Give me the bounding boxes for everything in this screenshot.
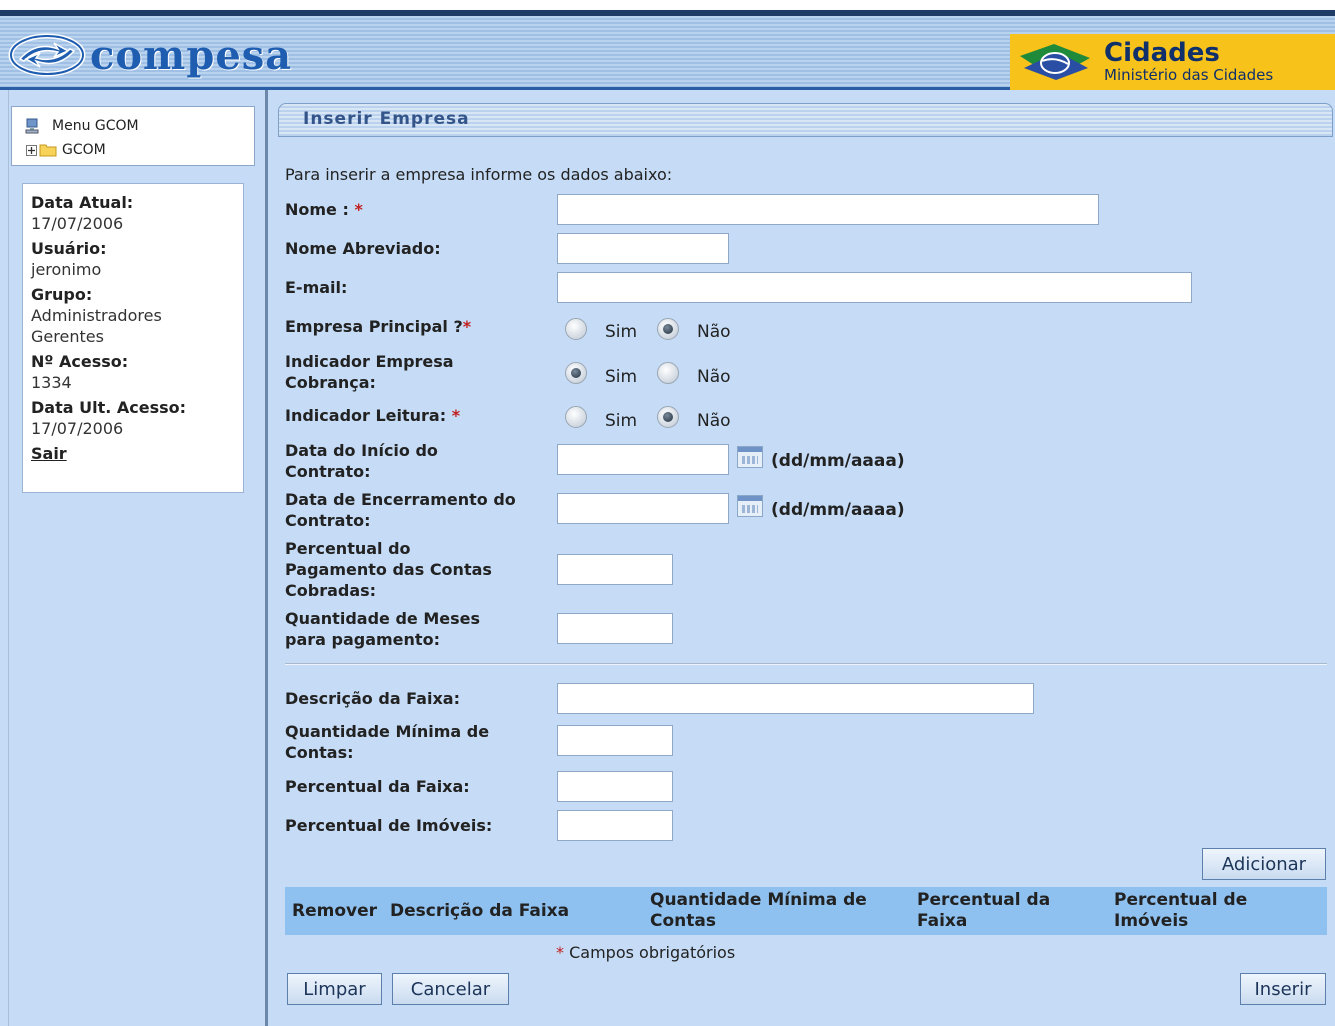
indicador-leitura-nao-radio[interactable] [657, 406, 679, 428]
ult-acesso-label: Data Ult. Acesso: [31, 398, 187, 417]
cidades-text-block: Cidades Ministério das Cidades [1104, 40, 1273, 84]
acesso-label: Nº Acesso: [31, 352, 129, 371]
acesso-value: 1334 [31, 373, 72, 392]
indicador-cobranca-sim-radio[interactable] [565, 362, 587, 384]
qtd-minima-label: Quantidade Mínima de Contas: [285, 722, 490, 762]
limpar-button[interactable]: Limpar [287, 973, 382, 1005]
required-mark: * [354, 200, 363, 219]
folder-label: GCOM [62, 142, 106, 158]
empresa-principal-label: Empresa Principal ?* [285, 317, 472, 336]
col-remover: Remover [292, 901, 378, 921]
col-descricao-faixa: Descrição da Faixa [390, 901, 570, 921]
data-encerramento-label: Data de Encerramento do Contrato: [285, 490, 516, 530]
grupo-value-1: Administradores [31, 306, 162, 325]
descricao-faixa-input[interactable] [557, 683, 1034, 714]
required-mark: * [556, 943, 564, 962]
qtd-meses-input[interactable] [557, 613, 673, 644]
empresa-principal-sim-label: Sim [605, 322, 638, 342]
email-label: E-mail: [285, 278, 348, 297]
data-encerramento-format: (dd/mm/aaaa) [771, 500, 905, 520]
compesa-logo-icon [8, 33, 86, 77]
percentual-faixa-input[interactable] [557, 771, 673, 802]
calendar-icon[interactable] [737, 495, 763, 517]
grupo-value-2: Gerentes [31, 327, 104, 346]
indicador-leitura-sim-label: Sim [605, 411, 638, 431]
percentual-faixa-label: Percentual da Faixa: [285, 777, 470, 796]
cidades-subtitle: Ministério das Cidades [1104, 66, 1274, 84]
brazil-flag-icon [1010, 34, 1098, 90]
descricao-faixa-label: Descrição da Faixa: [285, 689, 460, 708]
nome-input[interactable] [557, 194, 1099, 225]
data-encerramento-input[interactable] [557, 493, 729, 524]
data-inicio-input[interactable] [557, 444, 729, 475]
inserir-button[interactable]: Inserir [1240, 973, 1326, 1005]
col-qtd-minima: Quantidade Mínima de Contas [650, 890, 867, 931]
empresa-principal-nao-label: Não [697, 322, 731, 342]
indicador-cobranca-nao-radio[interactable] [657, 362, 679, 384]
adicionar-button[interactable]: Adicionar [1202, 848, 1326, 880]
faixas-table-header: Remover Descrição da Faixa Quantidade Mí… [285, 887, 1327, 935]
data-inicio-format: (dd/mm/aaaa) [771, 451, 905, 471]
indicador-cobranca-sim-label: Sim [605, 367, 638, 387]
usuario-label: Usuário: [31, 239, 107, 258]
nome-label: Nome : * [285, 200, 363, 219]
indicador-leitura-label: Indicador Leitura: * [285, 406, 461, 425]
required-fields-note: * Campos obrigatórios [556, 943, 736, 962]
top-strip [0, 0, 1335, 10]
email-input[interactable] [557, 272, 1192, 303]
page-title: Inserir Empresa [303, 109, 470, 129]
data-atual-value: 17/07/2006 [31, 214, 124, 233]
required-mark: * [451, 406, 461, 425]
compesa-logo-text: compesa [90, 31, 293, 79]
user-info-panel: Data Atual: 17/07/2006 Usuário: jeronimo… [22, 183, 244, 493]
compesa-logo[interactable]: compesa [8, 30, 292, 80]
data-atual-label: Data Atual: [31, 193, 134, 212]
ministerio-cidades-logo: Cidades Ministério das Cidades [1010, 34, 1335, 90]
sair-link[interactable]: Sair [31, 443, 243, 464]
col-percentual-imoveis: Percentual de Imóveis [1114, 890, 1248, 931]
required-mark: * [462, 317, 472, 336]
qtd-minima-input[interactable] [557, 725, 673, 756]
menu-root-label: Menu GCOM [52, 118, 139, 134]
indicador-cobranca-label: Indicador Empresa Cobrança: [285, 352, 454, 392]
menu-root[interactable]: Menu GCOM [12, 114, 254, 138]
percentual-imoveis-label: Percentual de Imóveis: [285, 816, 493, 835]
empresa-principal-nao-radio[interactable] [657, 318, 679, 340]
expand-icon[interactable] [26, 144, 37, 156]
form-intro: Para inserir a empresa informe os dados … [285, 165, 673, 184]
qtd-meses-label: Quantidade de Meses para pagamento: [285, 609, 480, 649]
ult-acesso-value: 17/07/2006 [31, 419, 124, 438]
data-inicio-label: Data do Início do Contrato: [285, 441, 438, 481]
folder-icon [39, 143, 57, 157]
calendar-icon[interactable] [737, 446, 763, 468]
cancelar-button[interactable]: Cancelar [392, 973, 509, 1005]
empresa-principal-sim-radio[interactable] [565, 318, 587, 340]
header-banner: compesa Cidades Ministério das Cidades [0, 10, 1335, 90]
grupo-label: Grupo: [31, 285, 93, 304]
nome-abreviado-label: Nome Abreviado: [285, 239, 441, 258]
cidades-title: Cidades [1104, 38, 1220, 68]
col-percentual-faixa: Percentual da Faixa [917, 890, 1051, 931]
percentual-pagamento-label: Percentual do Pagamento das Contas Cobrada… [285, 539, 492, 600]
indicador-leitura-sim-radio[interactable] [565, 406, 587, 428]
sidebar-edge [0, 90, 9, 1026]
menu-folder-gcom[interactable]: GCOM [12, 138, 254, 162]
indicador-leitura-nao-label: Não [697, 411, 731, 431]
form-title-bar: Inserir Empresa [278, 103, 1333, 137]
computer-icon [24, 118, 40, 134]
menu-tree: Menu GCOM GCOM [11, 106, 255, 166]
percentual-imoveis-input[interactable] [557, 810, 673, 841]
indicador-cobranca-nao-label: Não [697, 367, 731, 387]
nome-abreviado-input[interactable] [557, 233, 729, 264]
usuario-value: jeronimo [31, 260, 102, 279]
percentual-pagamento-input[interactable] [557, 554, 673, 585]
section-divider [285, 663, 1327, 665]
